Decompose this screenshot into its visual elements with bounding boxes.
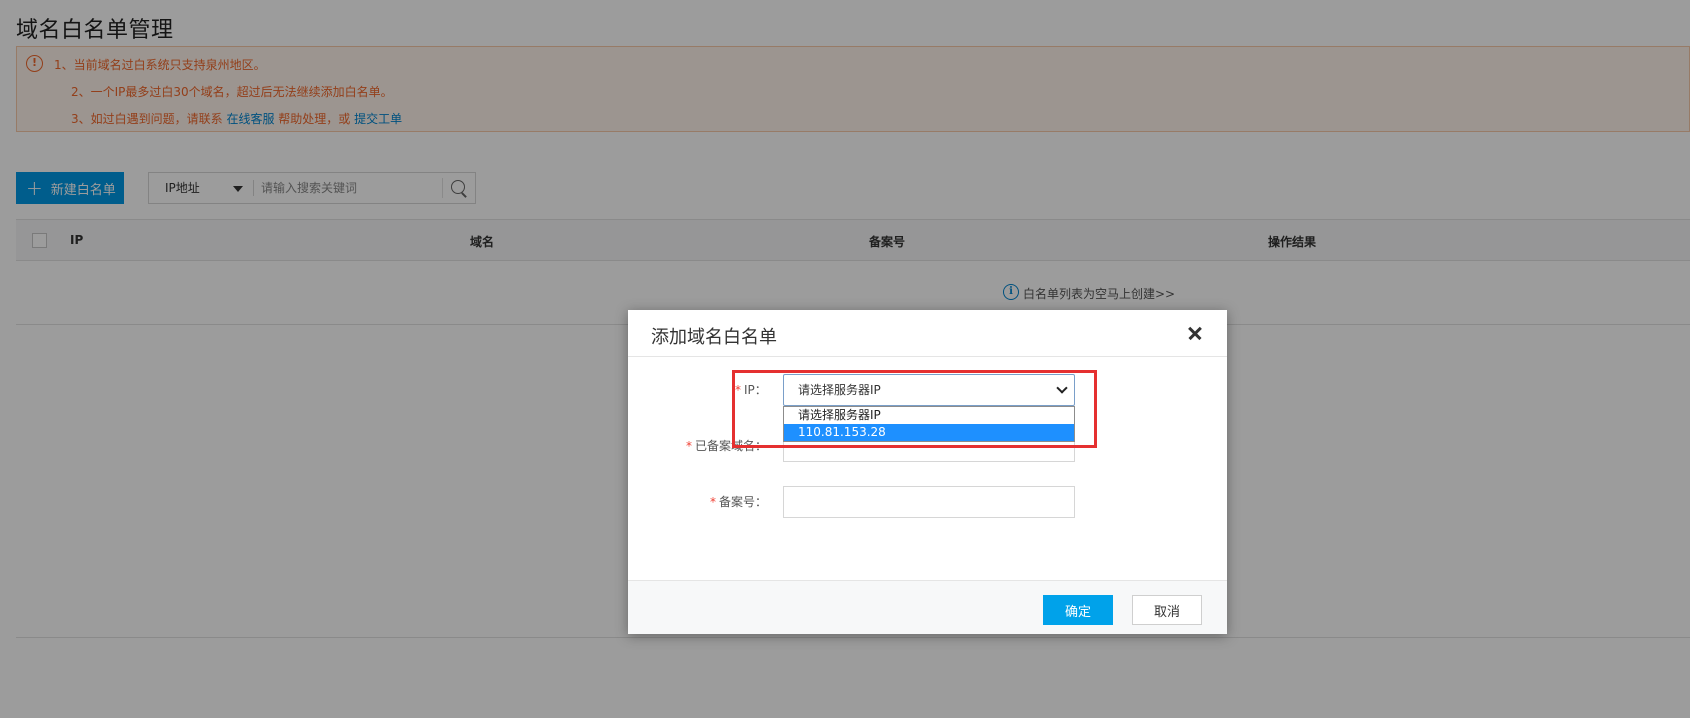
red-highlight-box <box>732 370 1097 448</box>
required-mark: * <box>710 495 716 509</box>
dialog-footer: 确定 取消 <box>628 580 1227 634</box>
record-label-text: 备案号： <box>719 495 768 509</box>
required-mark: * <box>686 439 692 453</box>
record-number-input[interactable] <box>783 486 1075 518</box>
dialog-header: 添加域名白名单 <box>628 310 1227 357</box>
add-whitelist-dialog: 添加域名白名单 * IP： * 已备案域名： * 备案号： 请选择服务器IP 请选择服… <box>628 310 1227 634</box>
record-label: * 备案号： <box>710 493 767 510</box>
close-icon[interactable] <box>1186 324 1204 342</box>
confirm-button[interactable]: 确定 <box>1043 595 1113 625</box>
cancel-button[interactable]: 取消 <box>1132 595 1202 625</box>
dialog-title: 添加域名白名单 <box>651 327 777 348</box>
